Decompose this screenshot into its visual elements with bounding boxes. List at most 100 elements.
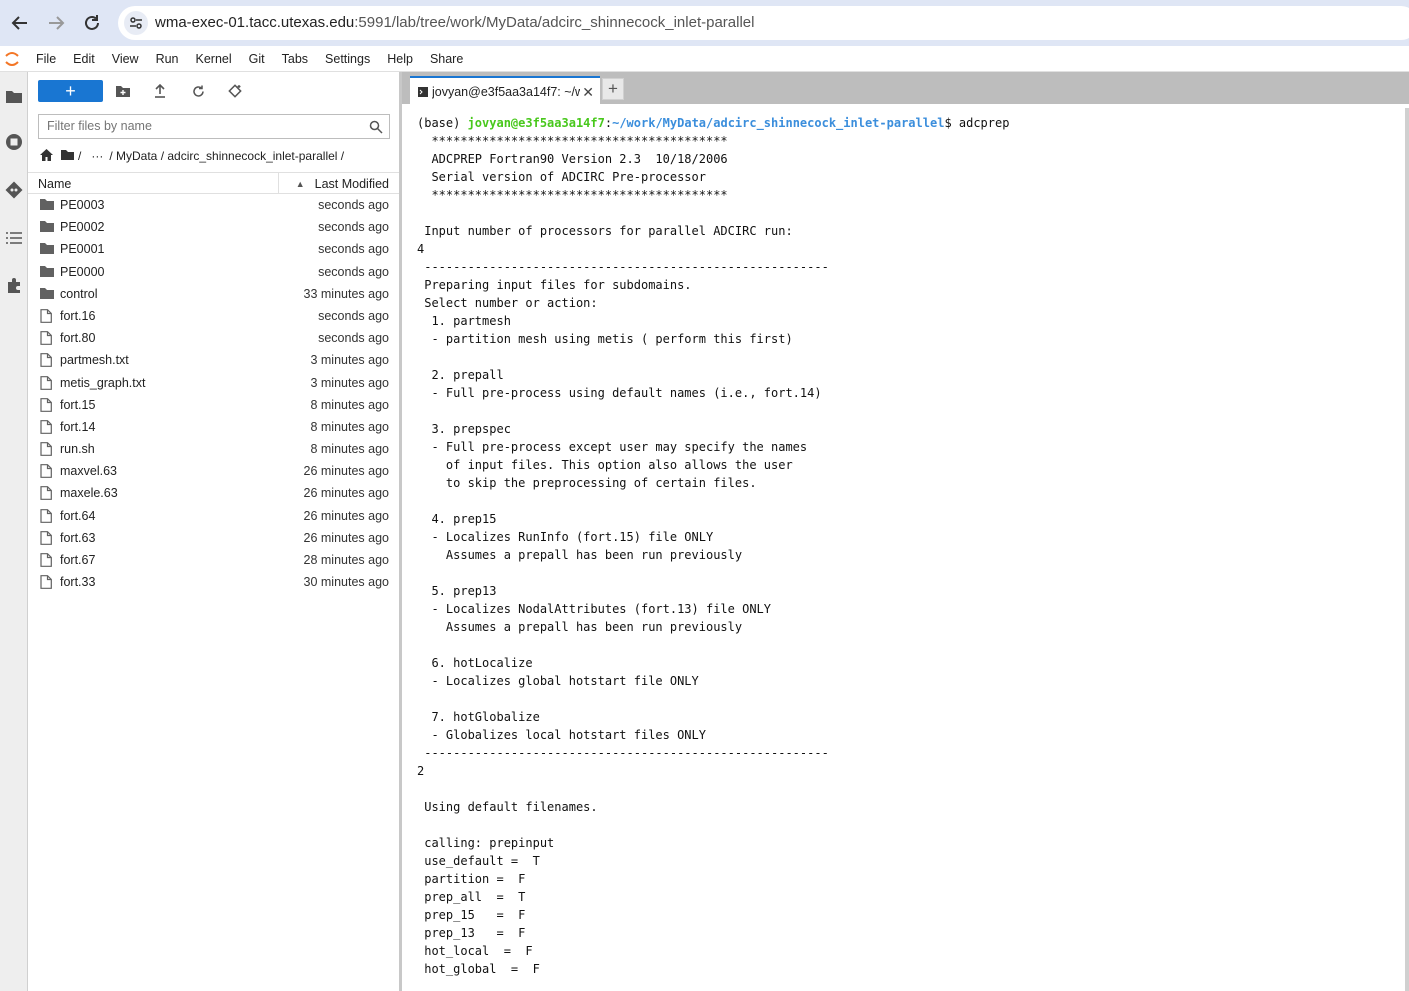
- folder-icon: [40, 287, 54, 301]
- tab-terminal[interactable]: jovyan@e3f5aa3a14f7: ~/w ✕: [410, 76, 600, 104]
- file-row[interactable]: fort.33 30 minutes ago: [28, 571, 399, 593]
- table-of-contents-icon[interactable]: [4, 228, 24, 248]
- file-row[interactable]: fort.80 seconds ago: [28, 327, 399, 349]
- prompt-path: ~/work/MyData/adcirc_shinnecock_inlet-pa…: [612, 116, 945, 130]
- file-name: fort.14: [60, 419, 96, 434]
- terminal-output[interactable]: (base) jovyan@e3f5aa3a14f7:~/work/MyData…: [408, 108, 1409, 991]
- new-folder-icon[interactable]: [114, 82, 132, 100]
- extensions-icon[interactable]: [4, 276, 24, 296]
- menu-edit[interactable]: Edit: [73, 52, 95, 66]
- file-filter: [38, 114, 390, 139]
- file-icon: [40, 575, 54, 590]
- file-modified: seconds ago: [318, 220, 389, 235]
- file-modified: seconds ago: [318, 264, 389, 279]
- folder-icon[interactable]: [4, 86, 24, 106]
- close-icon[interactable]: ✕: [582, 84, 594, 101]
- running-kernels-icon[interactable]: [4, 132, 24, 152]
- breadcrumb: / ··· / MyData / adcirc_shinnecock_inlet…: [40, 148, 347, 164]
- new-tab-button[interactable]: +: [602, 78, 624, 100]
- file-modified: seconds ago: [318, 331, 389, 346]
- terminal-line: 4. prep15: [417, 512, 497, 526]
- upload-icon[interactable]: [151, 82, 169, 100]
- file-name: fort.67: [60, 553, 96, 567]
- file-icon: [40, 309, 54, 323]
- file-row[interactable]: fort.64 26 minutes ago: [28, 505, 399, 527]
- file-row[interactable]: partmesh.txt 3 minutes ago: [28, 349, 399, 371]
- terminal-line: use_default = T: [417, 854, 540, 868]
- terminal-line: Select number or action:: [417, 296, 598, 310]
- menu-git[interactable]: Git: [249, 52, 265, 66]
- menu-tabs[interactable]: Tabs: [282, 52, 308, 66]
- terminal-line: - Localizes global hotstart file ONLY: [417, 674, 699, 688]
- git-icon[interactable]: [4, 180, 24, 200]
- folder-icon: [40, 198, 54, 212]
- column-last-modified[interactable]: ▲ Last Modified: [296, 177, 389, 191]
- file-list: PE0003 seconds ago PE0002 seconds ago PE0001…: [28, 194, 399, 593]
- file-row[interactable]: PE0003 seconds ago: [28, 194, 399, 216]
- file-name: maxele.63: [60, 486, 118, 501]
- menu-share[interactable]: Share: [430, 52, 463, 66]
- file-name: PE0001: [60, 242, 105, 257]
- terminal-line: 4: [417, 242, 425, 256]
- new-launcher-button[interactable]: +: [38, 80, 103, 102]
- menu-view[interactable]: View: [112, 52, 139, 66]
- file-modified: 26 minutes ago: [303, 464, 389, 479]
- file-name: PE0000: [60, 264, 105, 279]
- terminal-line: Preparing input files for subdomains.: [417, 278, 692, 292]
- file-row[interactable]: fort.15 8 minutes ago: [28, 394, 399, 416]
- column-divider[interactable]: [278, 173, 279, 194]
- terminal-line: 1. partmesh: [417, 314, 511, 328]
- file-row[interactable]: maxele.63 26 minutes ago: [28, 482, 399, 504]
- file-icon: [40, 442, 54, 456]
- jupyter-logo-icon: [4, 51, 20, 67]
- address-bar[interactable]: wma-exec-01.tacc.utexas.edu:5991/lab/tre…: [118, 6, 1409, 40]
- file-row[interactable]: PE0001 seconds ago: [28, 238, 399, 260]
- file-row[interactable]: PE0002 seconds ago: [28, 216, 399, 238]
- file-modified: 33 minutes ago: [303, 286, 389, 301]
- folder-icon: [40, 265, 54, 279]
- file-row[interactable]: fort.67 28 minutes ago: [28, 549, 399, 571]
- file-icon: [40, 375, 54, 390]
- file-row[interactable]: metis_graph.txt 3 minutes ago: [28, 372, 399, 394]
- home-icon[interactable]: [40, 148, 53, 164]
- terminal-line: - Localizes RunInfo (fort.15) file ONLY: [417, 530, 714, 544]
- file-modified: 3 minutes ago: [310, 353, 389, 368]
- terminal-line: prep_13 = F: [417, 926, 526, 940]
- file-row[interactable]: maxvel.63 26 minutes ago: [28, 460, 399, 482]
- file-row[interactable]: PE0000 seconds ago: [28, 261, 399, 283]
- refresh-icon[interactable]: [189, 82, 207, 100]
- breadcrumb-path[interactable]: / MyData / adcirc_shinnecock_inlet-paral…: [109, 149, 344, 163]
- filter-files-input[interactable]: [47, 119, 357, 133]
- menu-run[interactable]: Run: [156, 52, 179, 66]
- file-modified: seconds ago: [318, 242, 389, 257]
- menu-file[interactable]: File: [36, 52, 56, 66]
- file-row[interactable]: fort.63 26 minutes ago: [28, 527, 399, 549]
- main-area: jovyan@e3f5aa3a14f7: ~/w ✕ + (base) jovy…: [402, 72, 1409, 991]
- back-icon[interactable]: [9, 12, 31, 34]
- terminal-line: - Full pre-process except user may speci…: [417, 440, 808, 454]
- site-settings-icon[interactable]: [124, 11, 148, 35]
- forward-icon[interactable]: [45, 12, 67, 34]
- terminal-line: hot_local = F: [417, 944, 533, 958]
- search-icon: [369, 120, 383, 134]
- tab-bar: jovyan@e3f5aa3a14f7: ~/w ✕ +: [402, 72, 1409, 104]
- menu-settings[interactable]: Settings: [325, 52, 370, 66]
- file-name: fort.15: [60, 397, 96, 412]
- file-icon: [40, 353, 54, 368]
- file-modified: 26 minutes ago: [303, 486, 389, 501]
- file-row[interactable]: fort.16 seconds ago: [28, 305, 399, 327]
- breadcrumb-ellipsis[interactable]: ···: [91, 149, 103, 163]
- terminal-line: prep_15 = F: [417, 908, 526, 922]
- terminal-scrollbar[interactable]: [1405, 108, 1409, 991]
- git-clone-icon[interactable]: [226, 82, 244, 100]
- file-row[interactable]: fort.14 8 minutes ago: [28, 416, 399, 438]
- reload-icon[interactable]: [81, 12, 103, 34]
- file-row[interactable]: control 33 minutes ago: [28, 283, 399, 305]
- column-name[interactable]: Name: [38, 177, 71, 191]
- breadcrumb-folder-icon[interactable]: [61, 149, 74, 163]
- terminal-line: Assumes a prepall has been run previousl…: [417, 620, 743, 634]
- menu-help[interactable]: Help: [387, 52, 413, 66]
- menu-kernel[interactable]: Kernel: [196, 52, 232, 66]
- terminal-line: 3. prepspec: [417, 422, 511, 436]
- file-row[interactable]: run.sh 8 minutes ago: [28, 438, 399, 460]
